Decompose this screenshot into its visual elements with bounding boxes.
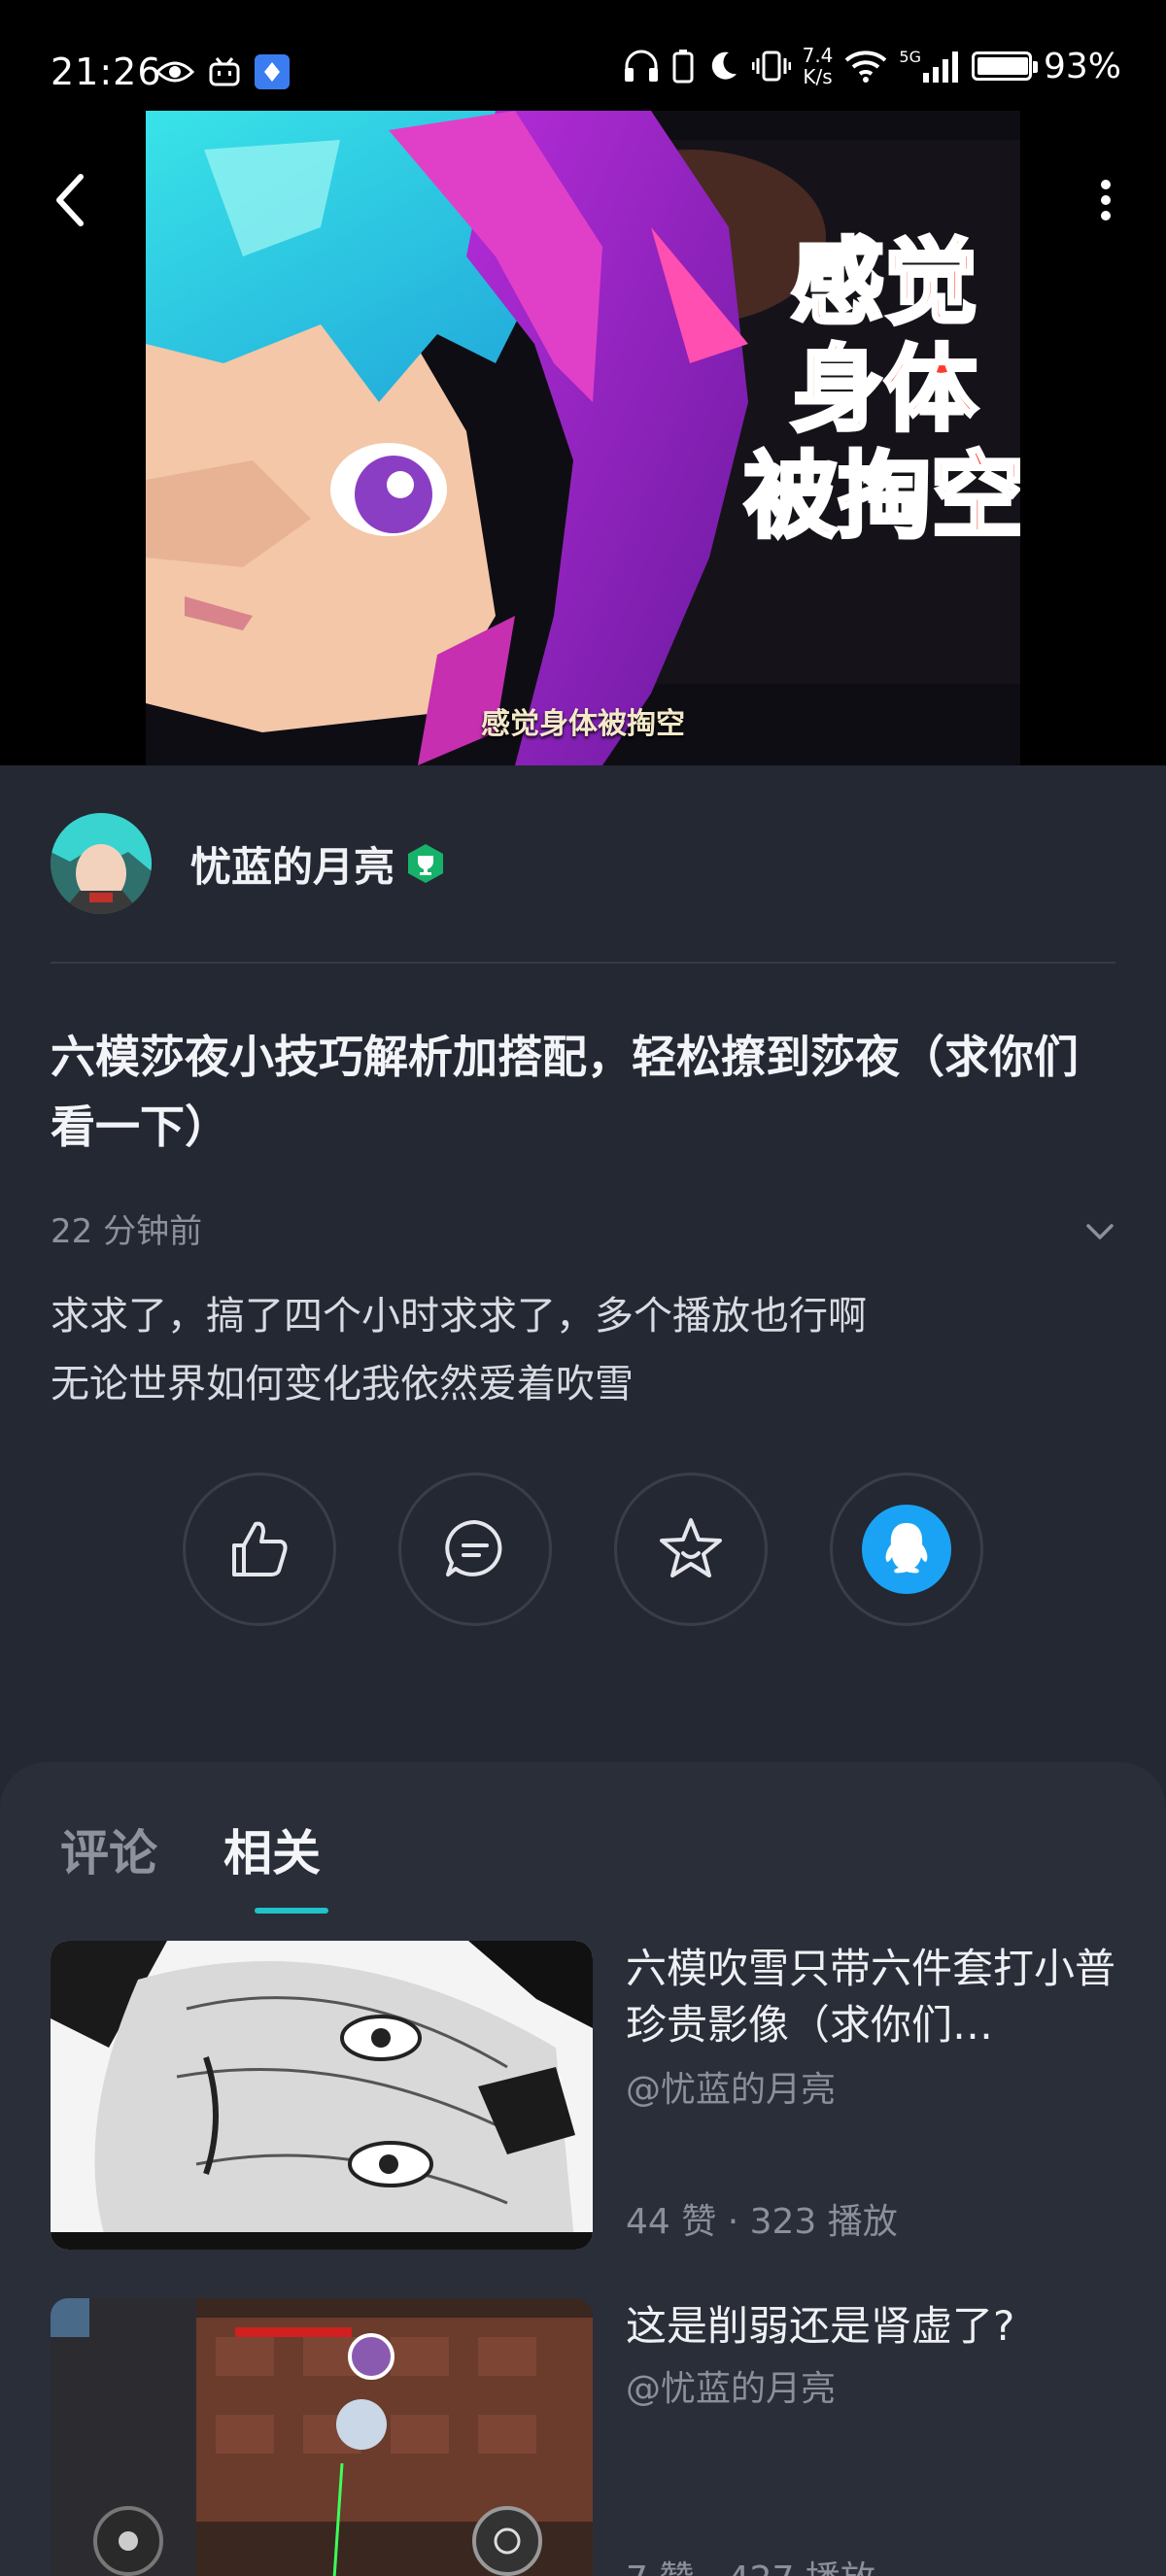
favorite-button[interactable] bbox=[614, 1473, 768, 1626]
avatar[interactable] bbox=[51, 813, 152, 914]
more-options-button[interactable] bbox=[1075, 163, 1137, 237]
video-player[interactable]: 感觉 身体 被掏空 感觉身体被掏空 21:26 7.4 K/s 5G 93% bbox=[0, 0, 1166, 765]
bilibili-icon bbox=[209, 57, 240, 86]
overlay-text-2: 身体 bbox=[791, 335, 977, 444]
video-subtitle: 感觉身体被掏空 bbox=[481, 707, 685, 741]
post-time: 22 分钟前 bbox=[51, 1212, 203, 1251]
status-system-icons: 7.4 K/s 5G 93% bbox=[622, 45, 1121, 87]
related-video-author[interactable]: @忧蓝的月亮 bbox=[626, 2061, 836, 2112]
tab-comments[interactable]: 评论 bbox=[60, 1814, 157, 1884]
divider bbox=[51, 962, 1115, 964]
battery-level bbox=[977, 57, 1028, 75]
related-video-item[interactable]: 这是削弱还是肾虚了? @忧蓝的月亮 7 赞 · 427 播放 bbox=[51, 2298, 1119, 2576]
related-video-author[interactable]: @忧蓝的月亮 bbox=[626, 2360, 836, 2411]
battery-icon bbox=[971, 51, 1038, 81]
overlay-text-1: 感觉 bbox=[791, 228, 977, 337]
trophy-badge-icon bbox=[408, 844, 444, 883]
video-frame[interactable]: 感觉 身体 被掏空 感觉身体被掏空 bbox=[146, 111, 1020, 765]
app-notification-icon bbox=[255, 54, 290, 89]
related-video-title[interactable]: 六模吹雪只带六件套打小普珍贵影像（求你们… bbox=[626, 1941, 1131, 2053]
status-time: 21:26 bbox=[51, 51, 162, 93]
eye-icon bbox=[155, 61, 194, 83]
game-thumbnail-image bbox=[51, 2298, 593, 2576]
active-tab-indicator bbox=[255, 1908, 328, 1914]
favorite-icon bbox=[660, 1518, 722, 1577]
vibrate-icon bbox=[751, 51, 791, 82]
post-title: 六模莎夜小技巧解析加搭配，轻松撩到莎夜（求你们看一下） bbox=[51, 1031, 1079, 1153]
cell-signal: 5G bbox=[899, 50, 960, 83]
battery-percent: 93% bbox=[1043, 46, 1121, 86]
post-body-line: 无论世界如何变化我依然爱着吹雪 bbox=[51, 1362, 634, 1407]
related-video-stats: 7 赞 · 427 播放 bbox=[626, 2551, 875, 2576]
bottom-sheet: 评论 相关 六模吹雪只带六件套打小普珍贵影像（求你们… @忧蓝的月亮 44 赞 bbox=[0, 1762, 1166, 2576]
chevron-left-icon bbox=[56, 174, 84, 226]
qq-share-button[interactable] bbox=[830, 1473, 983, 1626]
tab-bar: 评论 相关 bbox=[60, 1814, 321, 1884]
net-speed-value: 7.4 bbox=[802, 44, 834, 67]
signal-bars-icon bbox=[922, 51, 958, 83]
video-thumbnail-art: 感觉 身体 被掏空 bbox=[146, 111, 1020, 765]
status-bar: 21:26 7.4 K/s 5G 93% bbox=[0, 0, 1166, 111]
related-video-stats: 44 赞 · 323 播放 bbox=[626, 2202, 898, 2242]
related-video-thumbnail[interactable] bbox=[51, 1941, 593, 2250]
related-video-item[interactable]: 六模吹雪只带六件套打小普珍贵影像（求你们… @忧蓝的月亮 44 赞 · 323 … bbox=[51, 1941, 1119, 2250]
like-button[interactable] bbox=[183, 1473, 336, 1626]
qq-share-icon bbox=[862, 1505, 951, 1594]
more-vertical-icon bbox=[1101, 180, 1111, 220]
related-video-thumbnail[interactable] bbox=[51, 2298, 593, 2576]
overlay-text-3: 被掏空 bbox=[744, 442, 1020, 551]
net-speed-unit: K/s bbox=[803, 65, 833, 88]
avatar-image bbox=[51, 813, 152, 914]
chevron-down-icon[interactable] bbox=[1080, 1212, 1119, 1251]
manga-thumbnail-image bbox=[51, 1941, 593, 2250]
signal-label: 5G bbox=[899, 48, 921, 66]
net-speed: 7.4 K/s bbox=[803, 45, 834, 87]
phone-battery-icon bbox=[672, 50, 694, 84]
comment-icon bbox=[445, 1519, 502, 1576]
wifi-icon bbox=[845, 51, 887, 83]
author-name[interactable]: 忧蓝的月亮 bbox=[190, 834, 394, 894]
post-body-line: 求求了，搞了四个小时求求了，多个播放也行啊 bbox=[51, 1294, 867, 1339]
status-notification-icons bbox=[155, 54, 290, 89]
action-bar bbox=[183, 1473, 983, 1626]
like-icon bbox=[232, 1521, 288, 1576]
tab-related[interactable]: 相关 bbox=[223, 1814, 321, 1884]
post-body: 求求了，搞了四个小时求求了，多个播放也行啊 无论世界如何变化我依然爱着吹雪 bbox=[51, 1282, 1119, 1418]
author-row[interactable]: 忧蓝的月亮 bbox=[51, 810, 447, 917]
headphones-icon bbox=[624, 50, 658, 82]
back-button[interactable] bbox=[39, 163, 101, 237]
comment-button[interactable] bbox=[398, 1473, 552, 1626]
related-video-title[interactable]: 这是削弱还是肾虚了? bbox=[626, 2298, 1131, 2355]
moon-icon bbox=[711, 51, 737, 80]
